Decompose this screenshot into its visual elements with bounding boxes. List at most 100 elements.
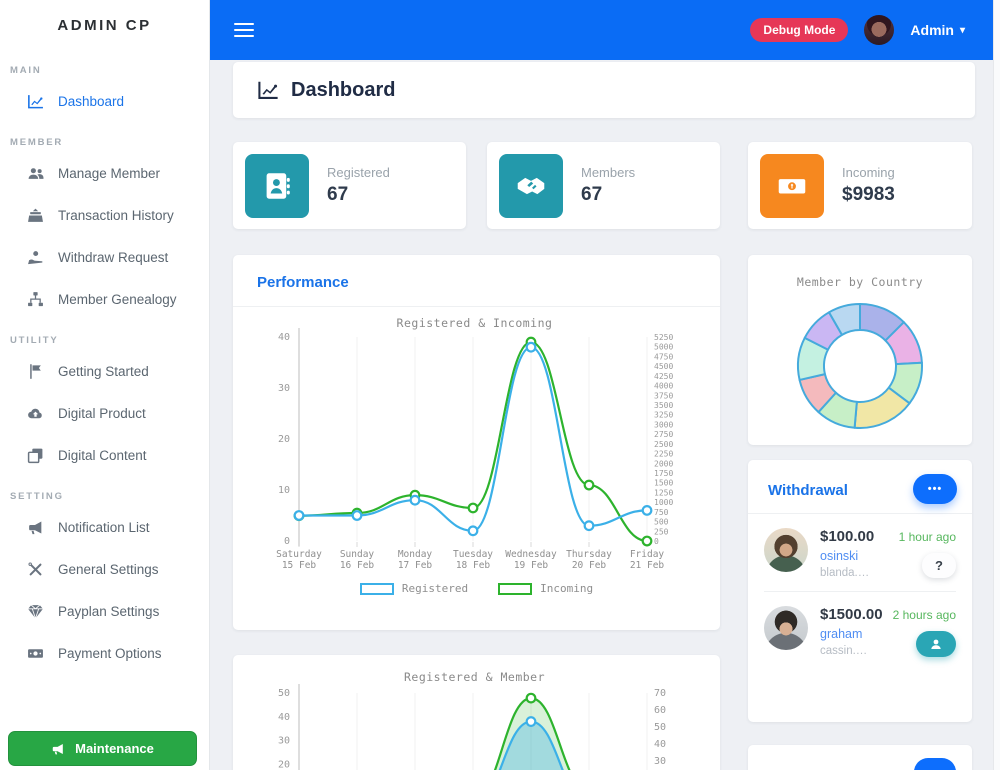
svg-text:4750: 4750 [654, 352, 673, 361]
svg-text:1250: 1250 [654, 488, 673, 497]
withdrawal-user-link[interactable]: osinski [820, 549, 870, 563]
user-icon [930, 638, 942, 650]
hand-holding-usd-icon [27, 249, 44, 266]
chart-line-icon [27, 93, 44, 110]
sidebar-item-digital-content[interactable]: Digital Content [0, 434, 209, 476]
section-label-utility: UTILITY [10, 335, 209, 346]
sidebar-item-payplan-settings[interactable]: Payplan Settings [0, 590, 209, 632]
registered-member-area-chart: Registered & Member010203040500102030405… [247, 667, 702, 770]
users-icon [27, 165, 44, 182]
svg-text:50: 50 [278, 688, 290, 699]
donut-chart-title: Member by Country [748, 255, 972, 289]
svg-text:18 Feb: 18 Feb [456, 560, 491, 571]
sidebar-item-member-genealogy[interactable]: Member Genealogy [0, 278, 209, 320]
sidebar-item-label: Member Genealogy [58, 292, 177, 307]
svg-text:21 Feb: 21 Feb [630, 560, 665, 571]
tools-icon [27, 561, 44, 578]
sidebar-item-transaction-history[interactable]: Transaction History [0, 194, 209, 236]
sidebar-item-withdraw-request[interactable]: Withdraw Request [0, 236, 209, 278]
svg-text:2750: 2750 [654, 430, 673, 439]
page-title-card: Dashboard [233, 62, 975, 118]
withdrawal-entry: $100.00 osinski blanda.leanne@... 1 hour… [748, 514, 972, 591]
chart-line-icon [257, 79, 279, 101]
sidebar-item-general-settings[interactable]: General Settings [0, 548, 209, 590]
svg-text:17 Feb: 17 Feb [398, 560, 433, 571]
svg-text:3750: 3750 [654, 391, 673, 400]
top-navbar: Debug Mode Admin ▾ [210, 0, 993, 60]
svg-text:1000: 1000 [654, 498, 673, 507]
next-card-partial [748, 745, 972, 770]
svg-text:40: 40 [654, 739, 666, 750]
svg-text:20: 20 [278, 434, 290, 445]
withdrawal-time: 2 hours ago [882, 608, 956, 622]
svg-text:20: 20 [278, 759, 290, 770]
performance-card: Performance Registered & Incoming0102030… [233, 255, 720, 630]
sidebar-item-notification-list[interactable]: Notification List [0, 506, 209, 548]
withdrawal-user-link[interactable]: graham [820, 627, 870, 641]
svg-text:16 Feb: 16 Feb [340, 560, 375, 571]
svg-text:30: 30 [278, 736, 290, 747]
card-menu-button[interactable] [914, 758, 956, 770]
maintenance-button[interactable]: Maintenance [8, 731, 197, 766]
admin-label: Admin [910, 22, 954, 38]
copy-icon [27, 447, 44, 464]
avatar[interactable] [764, 528, 808, 572]
chart-legend: Registered Incoming [247, 582, 706, 595]
question-badge[interactable]: ? [922, 553, 956, 578]
sidebar-item-label: Payment Options [58, 646, 162, 661]
sidebar-item-getting-started[interactable]: Getting Started [0, 350, 209, 392]
svg-text:Monday: Monday [398, 549, 433, 560]
withdrawal-menu-button[interactable]: ••• [913, 474, 957, 504]
withdrawal-entry: $1500.00 graham cassin.grayson... 2 hour… [748, 592, 972, 669]
svg-text:15 Feb: 15 Feb [282, 560, 317, 571]
svg-text:5000: 5000 [654, 343, 673, 352]
wrench-icon [51, 742, 65, 756]
brand-title: ADMIN CP [0, 0, 209, 50]
sidebar-item-payment-options[interactable]: Payment Options [0, 632, 209, 674]
money-bill-icon [27, 645, 44, 662]
svg-text:40: 40 [278, 712, 290, 723]
hamburger-menu-icon[interactable] [234, 23, 254, 38]
legend-item-registered: Registered [360, 582, 468, 595]
svg-text:2500: 2500 [654, 440, 673, 449]
legend-label: Registered [402, 582, 468, 595]
sidebar-item-digital-product[interactable]: Digital Product [0, 392, 209, 434]
svg-text:Friday: Friday [630, 549, 665, 560]
sidebar-item-dashboard[interactable]: Dashboard [0, 80, 209, 122]
svg-text:250: 250 [654, 527, 669, 536]
svg-text:Wednesday: Wednesday [505, 549, 557, 560]
sidebar: ADMIN CP MAIN Dashboard MEMBER Manage Me… [0, 0, 210, 770]
sidebar-item-label: Digital Product [58, 406, 146, 421]
svg-text:5250: 5250 [654, 333, 673, 342]
svg-text:0: 0 [654, 537, 659, 546]
stat-label: Registered [327, 165, 390, 180]
svg-text:60: 60 [654, 705, 666, 716]
address-book-icon [245, 154, 309, 218]
svg-text:50: 50 [654, 722, 666, 733]
sidebar-item-label: Transaction History [58, 208, 174, 223]
admin-dropdown[interactable]: Admin ▾ [910, 22, 965, 38]
withdrawal-time: 1 hour ago [882, 530, 956, 544]
handshake-icon [499, 154, 563, 218]
svg-text:Tuesday: Tuesday [453, 549, 493, 560]
svg-text:1500: 1500 [654, 479, 673, 488]
svg-text:2250: 2250 [654, 450, 673, 459]
svg-text:10: 10 [278, 485, 290, 496]
stat-value: 67 [581, 184, 635, 206]
withdrawal-amount: $100.00 [820, 528, 870, 545]
sidebar-item-label: Getting Started [58, 364, 149, 379]
user-action-button[interactable] [916, 631, 956, 657]
user-avatar[interactable] [864, 15, 894, 45]
legend-swatch-blue [360, 583, 394, 595]
debug-mode-badge[interactable]: Debug Mode [750, 18, 848, 42]
svg-text:0: 0 [284, 536, 290, 547]
avatar[interactable] [764, 606, 808, 650]
page-scrollbar[interactable] [993, 0, 1000, 770]
stat-value: $9983 [842, 184, 895, 206]
section-label-setting: SETTING [10, 491, 209, 502]
sidebar-item-manage-member[interactable]: Manage Member [0, 152, 209, 194]
withdrawal-email: blanda.leanne@... [820, 567, 870, 579]
withdrawal-amount: $1500.00 [820, 606, 870, 623]
svg-text:30: 30 [278, 383, 290, 394]
svg-text:500: 500 [654, 518, 669, 527]
